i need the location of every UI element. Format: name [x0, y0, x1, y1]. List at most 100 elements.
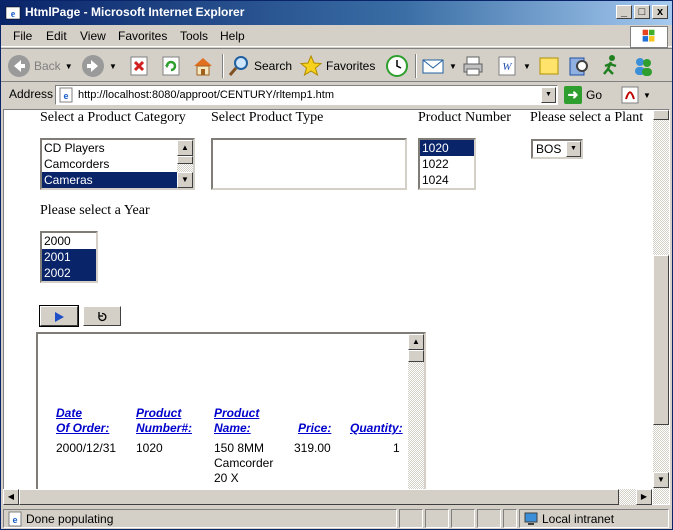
product-type-listbox[interactable] — [211, 138, 407, 190]
home-icon — [194, 58, 212, 76]
product-number-option[interactable]: 1022 — [420, 156, 474, 172]
mail-icon — [422, 59, 444, 74]
menu-view[interactable]: View — [80, 29, 106, 43]
scroll-thumb[interactable] — [653, 255, 669, 425]
header-quantity[interactable]: Quantity: — [350, 421, 403, 436]
menu-help[interactable]: Help — [220, 29, 245, 43]
year-option[interactable]: 2000 — [42, 233, 96, 249]
year-listbox[interactable]: 2000 2001 2002 — [40, 231, 98, 283]
favorites-button[interactable]: Favorites — [299, 52, 375, 80]
messenger-people-button[interactable] — [631, 52, 655, 80]
category-option-selected[interactable]: Cameras — [42, 172, 193, 188]
plant-label: Please select a Plant — [530, 110, 644, 125]
play-icon — [55, 311, 64, 322]
product-number-option-selected[interactable]: 1020 — [420, 140, 474, 156]
scroll-down-button[interactable]: ▼ — [653, 472, 669, 488]
acrobat-icon — [621, 86, 639, 104]
menu-favorites[interactable]: Favorites — [118, 29, 167, 43]
header-product-number[interactable]: Product Number#: — [136, 406, 192, 436]
stop-icon — [130, 56, 148, 76]
research-button[interactable] — [567, 52, 591, 80]
scroll-thumb[interactable] — [19, 489, 619, 505]
home-button[interactable] — [191, 52, 215, 80]
year-option-selected[interactable]: 2001 — [42, 249, 96, 265]
status-zone-panel: Local intranet — [519, 509, 669, 528]
history-icon — [386, 55, 408, 77]
cell-price: 319.00 — [294, 441, 331, 455]
address-url: http://localhost:8080/approot/CENTURY/rl… — [78, 89, 334, 101]
discuss-button[interactable] — [537, 52, 561, 80]
scroll-right-button[interactable]: ▶ — [636, 489, 652, 505]
forward-button[interactable]: ▼ — [81, 52, 117, 80]
status-panel — [425, 509, 449, 528]
scroll-thumb[interactable] — [177, 156, 193, 164]
svg-text:W: W — [502, 61, 512, 73]
messenger-button[interactable] — [599, 52, 623, 80]
scroll-thumb-top[interactable] — [653, 110, 669, 120]
category-listbox[interactable]: CD Players Camcorders Cameras ▲ ▼ — [40, 138, 195, 190]
svg-text:e: e — [63, 91, 68, 101]
page-horizontal-scrollbar[interactable]: ◀ ▶ — [3, 489, 652, 505]
category-option[interactable]: CD Players — [42, 140, 193, 156]
run-report-button[interactable] — [39, 305, 79, 327]
go-arrow-icon: ➜ — [564, 86, 582, 104]
close-button[interactable]: x — [652, 5, 668, 19]
header-date-of-order[interactable]: Date Of Order: — [56, 406, 109, 436]
reset-button[interactable] — [83, 306, 121, 326]
pdf-button[interactable]: ▼ — [621, 86, 651, 104]
svg-text:e: e — [12, 515, 17, 525]
search-icon — [228, 56, 248, 76]
printer-icon — [463, 56, 483, 76]
scroll-left-button[interactable]: ◀ — [3, 489, 19, 505]
product-number-listbox[interactable]: 1020 1022 1024 — [418, 138, 476, 190]
scroll-up-button[interactable]: ▲ — [408, 334, 424, 350]
menu-edit[interactable]: Edit — [46, 29, 67, 43]
security-zone-text: Local intranet — [542, 512, 615, 526]
report-scrollbar[interactable]: ▲ — [408, 334, 424, 504]
scroll-thumb[interactable] — [408, 350, 424, 362]
year-label: Please select a Year — [40, 203, 150, 218]
standard-toolbar: Back ▼ ▼ Search Favorites ▼ W ▼ — [1, 48, 672, 82]
category-option[interactable]: Camcorders — [42, 156, 193, 172]
address-dropdown-button[interactable]: ▼ — [541, 87, 556, 103]
status-text: Done populating — [26, 512, 114, 526]
refresh-button[interactable] — [159, 52, 183, 80]
go-button[interactable]: ➜ Go — [564, 86, 602, 104]
page-icon: e — [59, 87, 73, 103]
people-icon — [635, 58, 652, 76]
history-button[interactable] — [385, 52, 409, 80]
mail-button[interactable]: ▼ — [421, 52, 457, 80]
chevron-down-icon: ▼ — [109, 61, 117, 71]
page-viewport: Select a Product Category Select Product… — [3, 109, 670, 505]
back-button[interactable]: Back ▼ — [7, 52, 73, 80]
product-number-option[interactable]: 1024 — [420, 172, 474, 188]
minimize-button[interactable]: _ — [616, 5, 632, 19]
scroll-up-button[interactable]: ▲ — [177, 140, 193, 156]
stop-button[interactable] — [127, 52, 151, 80]
search-button[interactable]: Search — [227, 52, 292, 80]
plant-select[interactable]: BOS ▼ — [531, 139, 583, 159]
research-icon — [569, 57, 588, 76]
window-title: HtmlPage - Microsoft Internet Explorer — [25, 5, 245, 19]
menu-tools[interactable]: Tools — [180, 29, 208, 43]
scroll-down-button[interactable]: ▼ — [177, 172, 193, 188]
menu-file[interactable]: File — [13, 29, 32, 43]
cell-quantity: 1 — [393, 441, 400, 455]
print-button[interactable] — [461, 52, 485, 80]
maximize-button[interactable]: □ — [634, 5, 650, 19]
edit-button[interactable]: W ▼ — [495, 52, 531, 80]
running-man-icon — [603, 55, 617, 75]
header-price[interactable]: Price: — [298, 421, 331, 436]
category-scrollbar[interactable]: ▲ ▼ — [177, 140, 193, 188]
chevron-down-icon[interactable]: ▼ — [566, 141, 581, 157]
header-product-name[interactable]: Product Name: — [214, 406, 259, 436]
cell-product-name: 150 8MM Camcorder 20 X — [214, 441, 274, 485]
year-option-selected[interactable]: 2002 — [42, 265, 96, 281]
cell-date: 2000/12/31 — [56, 441, 117, 455]
refresh-icon — [162, 56, 180, 76]
product-number-label: Product Number — [418, 110, 511, 125]
chevron-down-icon: ▼ — [449, 61, 457, 71]
address-input[interactable]: e http://localhost:8080/approot/CENTURY/… — [55, 85, 558, 105]
word-document-icon: W — [498, 56, 516, 76]
page-vertical-scrollbar[interactable]: ▼ — [653, 110, 669, 504]
